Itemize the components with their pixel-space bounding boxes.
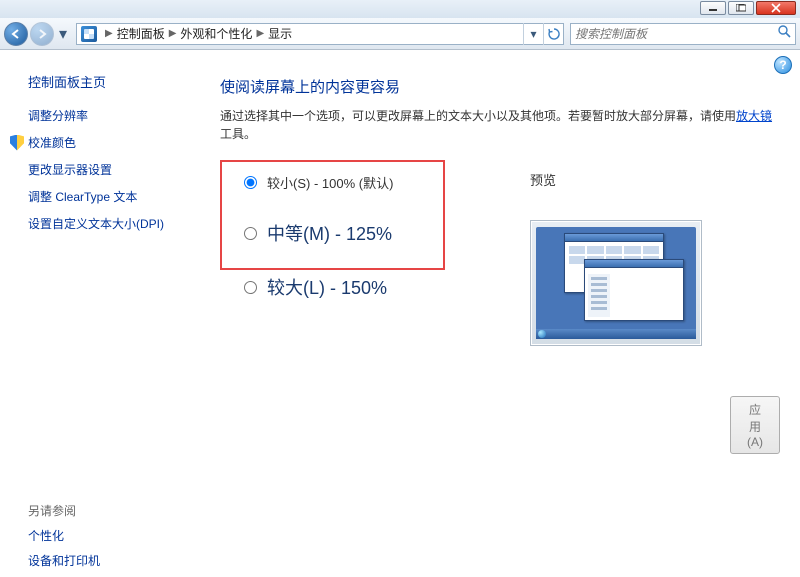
navigation-bar: ▾ ▶ 控制面板 ▶ 外观和个性化 ▶ 显示 ▾ xyxy=(0,18,800,50)
control-panel-home-link[interactable]: 控制面板主页 xyxy=(28,72,196,91)
sidebar-item-resolution[interactable]: 调整分辨率 xyxy=(10,107,196,124)
control-panel-icon xyxy=(81,26,97,42)
breadcrumb-item[interactable]: 显示 xyxy=(268,25,292,42)
page-title: 使阅读屏幕上的内容更容易 xyxy=(220,76,780,97)
sidebar-item-label: 调整 ClearType 文本 xyxy=(28,188,137,205)
maximize-button[interactable] xyxy=(728,1,754,15)
sidebar-item-label: 更改显示器设置 xyxy=(28,161,112,178)
window-body: ? 控制面板主页 调整分辨率 校准颜色 更改显示器设置 调整 ClearType… xyxy=(0,50,800,556)
radio-input[interactable] xyxy=(244,281,257,294)
sidebar: 控制面板主页 调整分辨率 校准颜色 更改显示器设置 调整 ClearType 文… xyxy=(6,72,196,242)
preview-label: 预览 xyxy=(530,170,556,189)
see-also-personalization[interactable]: 个性化 xyxy=(28,527,100,544)
radio-label: 较大(L) - 150% xyxy=(267,274,387,300)
preview-thumbnail xyxy=(530,220,702,346)
chevron-right-icon: ▶ xyxy=(256,28,264,39)
sidebar-item-label: 设置自定义文本大小(DPI) xyxy=(28,215,164,232)
main-content: 使阅读屏幕上的内容更容易 通过选择其中一个选项，可以更改屏幕上的文本大小以及其他… xyxy=(220,76,780,328)
search-input[interactable] xyxy=(575,27,777,41)
see-also-title: 另请参阅 xyxy=(28,502,100,519)
desc-text: 工具。 xyxy=(220,127,256,141)
sidebar-item-display-settings[interactable]: 更改显示器设置 xyxy=(10,161,196,178)
search-box[interactable] xyxy=(570,23,796,45)
window-titlebar xyxy=(0,0,800,18)
address-dropdown[interactable]: ▾ xyxy=(523,23,543,45)
shield-icon xyxy=(10,135,24,151)
highlight-annotation xyxy=(220,160,445,270)
back-button[interactable] xyxy=(4,22,28,46)
magnifier-link[interactable]: 放大镜 xyxy=(736,109,772,123)
address-bar[interactable]: ▶ 控制面板 ▶ 外观和个性化 ▶ 显示 ▾ xyxy=(76,23,564,45)
desc-text: 通过选择其中一个选项，可以更改屏幕上的文本大小以及其他项。若要暂时放大部分屏幕，… xyxy=(220,109,736,123)
sidebar-item-label: 校准颜色 xyxy=(28,134,76,151)
sidebar-item-cleartype[interactable]: 调整 ClearType 文本 xyxy=(10,188,196,205)
breadcrumb-item[interactable]: 控制面板 xyxy=(117,25,165,42)
close-button[interactable] xyxy=(756,1,796,15)
forward-button[interactable] xyxy=(30,22,54,46)
help-icon[interactable]: ? xyxy=(774,56,792,74)
search-icon xyxy=(777,24,791,43)
apply-button[interactable]: 应用(A) xyxy=(730,396,780,454)
breadcrumb-item[interactable]: 外观和个性化 xyxy=(180,25,252,42)
see-also-devices-printers[interactable]: 设备和打印机 xyxy=(28,552,100,569)
sidebar-item-label: 调整分辨率 xyxy=(28,107,88,124)
sidebar-item-custom-dpi[interactable]: 设置自定义文本大小(DPI) xyxy=(10,215,196,232)
see-also-section: 另请参阅 个性化 设备和打印机 xyxy=(28,502,100,577)
sidebar-item-calibrate[interactable]: 校准颜色 xyxy=(10,134,196,151)
refresh-button[interactable] xyxy=(543,23,563,45)
minimize-button[interactable] xyxy=(700,1,726,15)
chevron-right-icon: ▶ xyxy=(105,28,113,39)
chevron-right-icon: ▶ xyxy=(169,28,177,39)
nav-history-dropdown[interactable]: ▾ xyxy=(56,22,70,46)
page-description: 通过选择其中一个选项，可以更改屏幕上的文本大小以及其他项。若要暂时放大部分屏幕，… xyxy=(220,107,780,143)
